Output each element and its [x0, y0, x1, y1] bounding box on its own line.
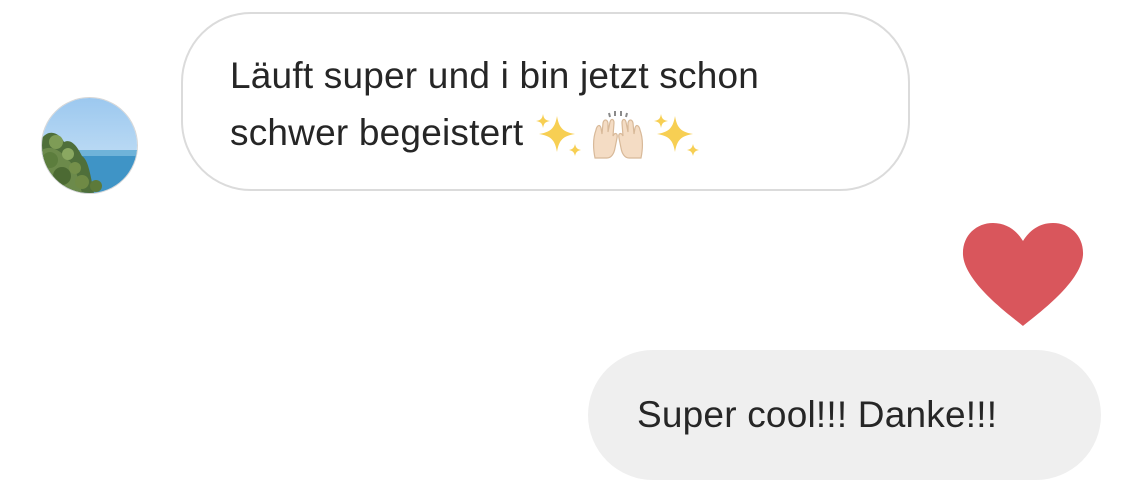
outgoing-message-text: Super cool!!! Danke!!!	[637, 394, 998, 435]
sparkles-icon	[654, 113, 700, 156]
sparkles-icon	[536, 113, 582, 156]
incoming-message-line-1: Läuft super und i bin jetzt schon	[230, 55, 760, 96]
raising-hands-icon	[593, 110, 644, 159]
incoming-message-line-2-text: schwer begeistert	[230, 112, 524, 153]
incoming-message-bubble[interactable]: Läuft super und i bin jetzt schon schwer…	[181, 12, 910, 191]
incoming-avatar[interactable]	[42, 98, 137, 193]
incoming-message-line-2: schwer begeistert	[230, 104, 868, 164]
emoji-group	[535, 103, 707, 160]
profile-photo-icon	[42, 98, 137, 193]
heart-icon[interactable]	[962, 222, 1084, 328]
outgoing-message-bubble[interactable]: Super cool!!! Danke!!!	[588, 350, 1101, 480]
